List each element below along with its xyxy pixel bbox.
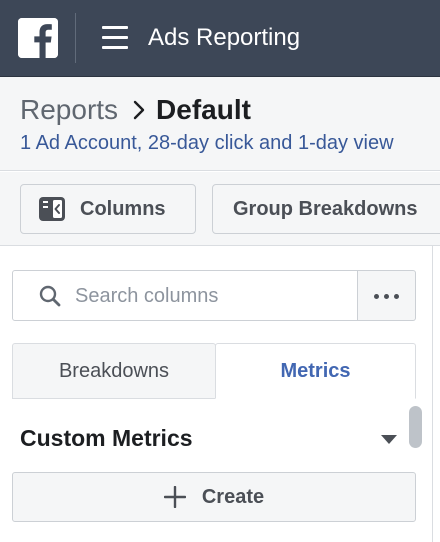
search-box[interactable] (12, 270, 358, 321)
search-input[interactable] (75, 279, 345, 313)
tab-metrics[interactable]: Metrics (215, 343, 416, 399)
facebook-logo[interactable] (18, 18, 58, 58)
custom-metrics-heading: Custom Metrics (20, 425, 193, 451)
tab-breakdowns[interactable]: Breakdowns (12, 343, 216, 399)
search-icon (39, 285, 61, 307)
tab-breakdowns-label: Breakdowns (58, 359, 170, 382)
create-custom-metric-button[interactable]: Create (12, 472, 416, 522)
top-bar: Ads Reporting (0, 0, 440, 77)
caret-down-icon[interactable] (379, 432, 399, 446)
columns-panel-icon (39, 197, 65, 221)
report-settings-summary[interactable]: 1 Ad Account, 28-day click and 1-day vie… (20, 130, 394, 156)
create-button-label: Create (201, 485, 265, 508)
report-name: Default (156, 94, 251, 125)
group-breakdowns-button[interactable]: Group Breakdowns (212, 184, 440, 234)
more-options-button[interactable] (358, 270, 416, 321)
hamburger-menu-icon[interactable] (102, 26, 128, 50)
app-title: Ads Reporting (148, 24, 301, 51)
tab-metrics-label: Metrics (280, 359, 351, 382)
breadcrumb: Reports Default (20, 93, 251, 127)
topbar-divider (75, 13, 76, 63)
breadcrumb-reports-link[interactable]: Reports (20, 94, 118, 126)
group-breakdowns-label: Group Breakdowns (233, 197, 418, 220)
plus-icon (163, 486, 186, 508)
columns-button-label: Columns (80, 197, 166, 220)
columns-button[interactable]: Columns (20, 184, 196, 234)
panel-scrollbar[interactable] (409, 406, 422, 448)
chevron-right-icon (133, 100, 145, 120)
panel-border (432, 246, 433, 542)
